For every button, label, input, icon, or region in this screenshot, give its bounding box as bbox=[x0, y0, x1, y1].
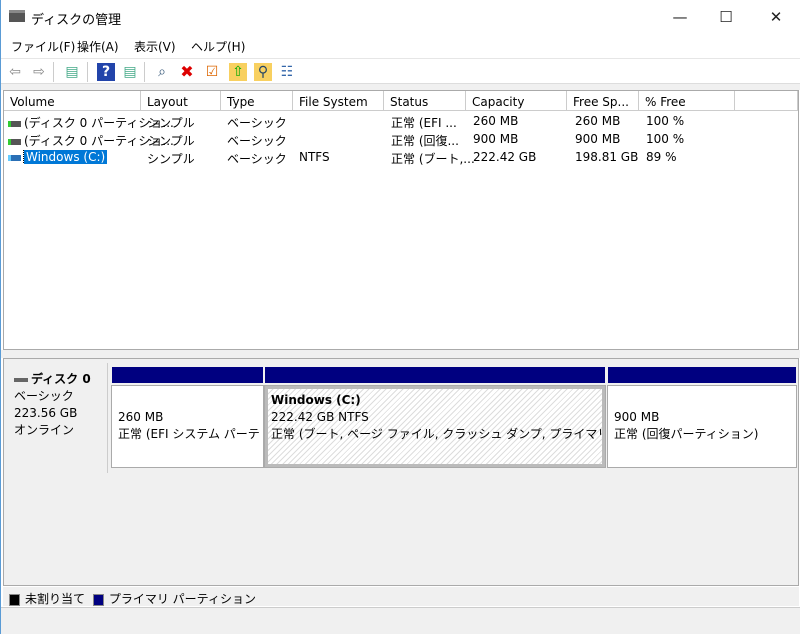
column-file-system[interactable]: File System bbox=[293, 91, 384, 111]
disk-map-pane: ディスク 0 ベーシック 223.56 GB オンライン 260 MB 正常 (E… bbox=[3, 358, 799, 586]
folder-search-icon[interactable]: ⚲ bbox=[254, 63, 272, 81]
show-hide-console-tree-icon[interactable]: ▤ bbox=[63, 63, 81, 81]
window-title: ディスクの管理 bbox=[31, 13, 122, 28]
column-capacity[interactable]: Capacity bbox=[466, 91, 567, 111]
folder-up-icon[interactable]: ⇧ bbox=[229, 63, 247, 81]
disk-management-icon bbox=[9, 10, 25, 22]
disk-icon bbox=[14, 377, 28, 382]
status-bar bbox=[1, 607, 800, 634]
help-icon[interactable]: ? bbox=[97, 63, 115, 81]
column-layout[interactable]: Layout bbox=[141, 91, 221, 111]
partition-recovery[interactable]: 900 MB 正常 (回復パーティション) bbox=[607, 367, 797, 468]
table-row[interactable]: (ディスク 0 パーティショ... シンプル ベーシック 正常 (EFI ...… bbox=[4, 112, 798, 130]
menu-help[interactable]: ヘルプ(H) bbox=[191, 38, 245, 55]
column-type[interactable]: Type bbox=[221, 91, 293, 111]
show-action-pane-icon[interactable]: ▤ bbox=[121, 63, 139, 81]
connect-drive-icon[interactable]: ⌕ bbox=[153, 63, 171, 81]
toolbar: ⇦ ⇨ ▤ ? ▤ ⌕ ✖ ☑ ⇧ ⚲ ☷ bbox=[1, 58, 800, 84]
maximize-button[interactable]: ☐ bbox=[703, 4, 749, 30]
pane-splitter[interactable] bbox=[1, 350, 800, 358]
drive-icon bbox=[8, 120, 21, 127]
volume-list: Volume Layout Type File System Status Ca… bbox=[3, 90, 799, 350]
unallocated-swatch bbox=[9, 593, 20, 606]
column-status[interactable]: Status bbox=[384, 91, 466, 111]
drive-icon bbox=[8, 154, 21, 161]
disk-0-info[interactable]: ディスク 0 ベーシック 223.56 GB オンライン bbox=[6, 363, 108, 473]
table-row-selected[interactable]: Windows (C:) シンプル ベーシック NTFS 正常 (ブート,...… bbox=[4, 148, 798, 166]
primary-partition-swatch bbox=[92, 593, 104, 606]
menu-file[interactable]: ファイル(F) bbox=[11, 38, 75, 55]
column-volume[interactable]: Volume bbox=[4, 91, 141, 111]
menu-view[interactable]: 表示(V) bbox=[134, 38, 176, 55]
list-view-icon[interactable]: ☷ bbox=[278, 63, 296, 81]
minimize-button[interactable]: — bbox=[657, 4, 703, 30]
table-row[interactable]: (ディスク 0 パーティショ... シンプル ベーシック 正常 (回復... 9… bbox=[4, 130, 798, 148]
drive-icon bbox=[8, 138, 21, 145]
close-button[interactable]: ✕ bbox=[753, 4, 799, 30]
partition-efi[interactable]: 260 MB正常 (EFI システム パーティション) bbox=[111, 367, 264, 468]
title-bar: ディスクの管理 — ☐ ✕ bbox=[1, 0, 800, 34]
column-free-space[interactable]: Free Sp... bbox=[567, 91, 639, 111]
delete-icon[interactable]: ✖ bbox=[178, 63, 196, 81]
back-icon[interactable]: ⇦ bbox=[6, 63, 24, 81]
column-percent-free[interactable]: % Free bbox=[639, 91, 735, 111]
partition-windows-c[interactable]: Windows (C:) 222.42 GB NTFS 正常 (ブート, ページ フ… bbox=[264, 367, 606, 468]
forward-icon[interactable]: ⇨ bbox=[30, 63, 48, 81]
properties-icon[interactable]: ☑ bbox=[203, 63, 221, 81]
legend: 未割り当て プライマリ パーティション bbox=[3, 586, 799, 606]
menu-action[interactable]: 操作(A) bbox=[77, 38, 119, 55]
menu-bar: ファイル(F) 操作(A) 表示(V) ヘルプ(H) bbox=[1, 34, 800, 58]
